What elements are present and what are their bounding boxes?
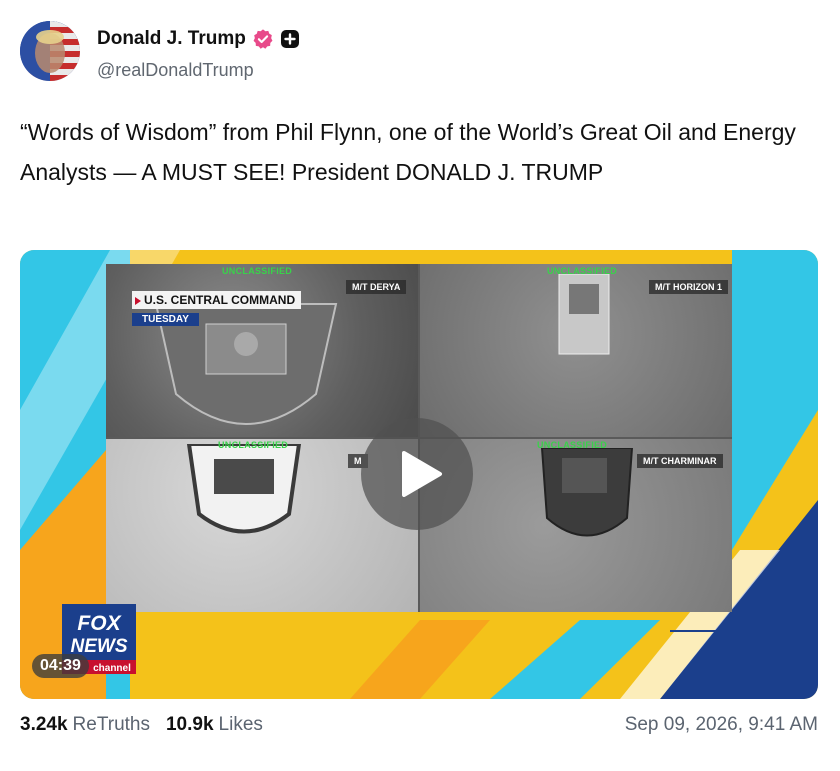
author-display-name[interactable]: Donald J. Trump: [97, 28, 246, 50]
camera-feed-2: UNCLASSIFIED M/T HORIZON 1: [419, 264, 732, 438]
vessel-label: M/T HORIZON 1: [649, 280, 728, 294]
retruths-stat[interactable]: 3.24k ReTruths: [20, 714, 150, 736]
classification-label: UNCLASSIFIED: [222, 266, 293, 276]
lower-third: U.S. CENTRAL COMMAND TUESDAY: [132, 291, 302, 327]
classification-label: UNCLASSIFIED: [218, 440, 289, 450]
lower-third-subtitle: TUESDAY: [132, 313, 199, 326]
post-timestamp[interactable]: Sep 09, 2026, 9:41 AM: [625, 714, 818, 736]
classification-label: UNCLASSIFIED: [547, 266, 618, 276]
post-card: Donald J. Trump @realDonaldTrump “Words …: [0, 0, 840, 771]
likes-stat[interactable]: 10.9k Likes: [166, 714, 263, 736]
play-button[interactable]: [361, 418, 473, 530]
post-text: “Words of Wisdom” from Phil Flynn, one o…: [20, 119, 796, 185]
fox-logo-line1: FOX: [77, 612, 122, 635]
play-icon: [402, 451, 442, 497]
plus-square-icon[interactable]: [280, 29, 300, 49]
vessel-label: M/T CHARMINAR: [637, 454, 723, 468]
video-duration: 04:39: [32, 654, 89, 678]
video-player[interactable]: UNCLASSIFIED M/T DERYA UNCLASSIFIED M/T …: [20, 250, 818, 699]
author-name-row: Donald J. Trump: [97, 27, 300, 51]
retruths-label: ReTruths: [72, 714, 150, 735]
lower-third-title: U.S. CENTRAL COMMAND: [132, 291, 302, 309]
fox-logo-line3: channel: [93, 663, 131, 674]
retruths-count: 3.24k: [20, 714, 68, 735]
verified-badge-icon: [252, 28, 274, 50]
engagement-stats: 3.24k ReTruths 10.9k Likes: [20, 714, 263, 736]
author-handle[interactable]: @realDonaldTrump: [97, 60, 254, 81]
avatar[interactable]: [20, 21, 80, 81]
vessel-label: M/T DERYA: [346, 280, 407, 294]
classification-label: UNCLASSIFIED: [537, 440, 608, 450]
likes-count: 10.9k: [165, 714, 214, 735]
likes-label: Likes: [218, 714, 263, 735]
avatar-image: [20, 21, 80, 81]
